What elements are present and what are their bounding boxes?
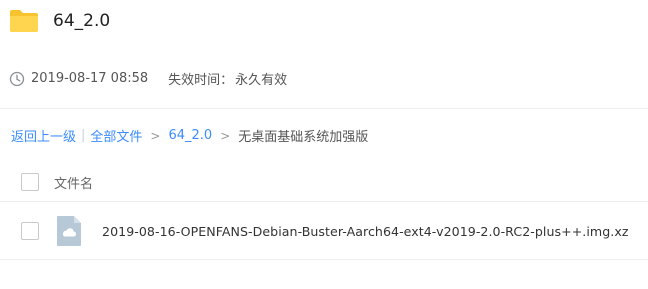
breadcrumb-folder-link[interactable]: 64_2.0 [168,128,212,143]
divider [0,259,648,260]
divider [0,201,648,202]
divider [0,108,648,109]
cloud-file-icon [57,216,81,246]
share-date: 2019-08-17 08:58 [31,71,149,86]
expire-label: 失效时间： [168,73,234,88]
select-all-checkbox[interactable] [21,173,39,191]
breadcrumb-back-link[interactable]: 返回上一级 [11,126,76,145]
breadcrumb: 返回上一级 | 全部文件 > 64_2.0 > 无桌面基础系统加强版 [11,126,368,145]
column-header-filename[interactable]: 文件名 [54,173,93,192]
breadcrumb-divider: | [81,128,86,143]
clock-icon [9,71,25,86]
share-header: 64_2.0 [9,9,110,33]
file-list-header: 文件名 [0,164,648,200]
share-meta: 2019-08-17 08:58 失效时间： 永久有效 [9,69,287,88]
breadcrumb-separator-icon: > [150,128,161,143]
breadcrumb-separator-icon: > [220,128,231,143]
breadcrumb-root-link[interactable]: 全部文件 [90,126,142,145]
breadcrumb-current: 无桌面基础系统加强版 [238,130,369,145]
share-page: 64_2.0 2019-08-17 08:58 失效时间： 永久有效 返回上一级… [0,0,648,289]
file-checkbox[interactable] [21,222,39,240]
file-name-link[interactable]: 2019-08-16-OPENFANS-Debian-Buster-Aarch6… [102,224,628,239]
expire-value: 永久有效 [235,73,288,88]
folder-icon [10,10,38,32]
share-title: 64_2.0 [53,11,111,31]
file-row[interactable]: 2019-08-16-OPENFANS-Debian-Buster-Aarch6… [0,205,648,257]
